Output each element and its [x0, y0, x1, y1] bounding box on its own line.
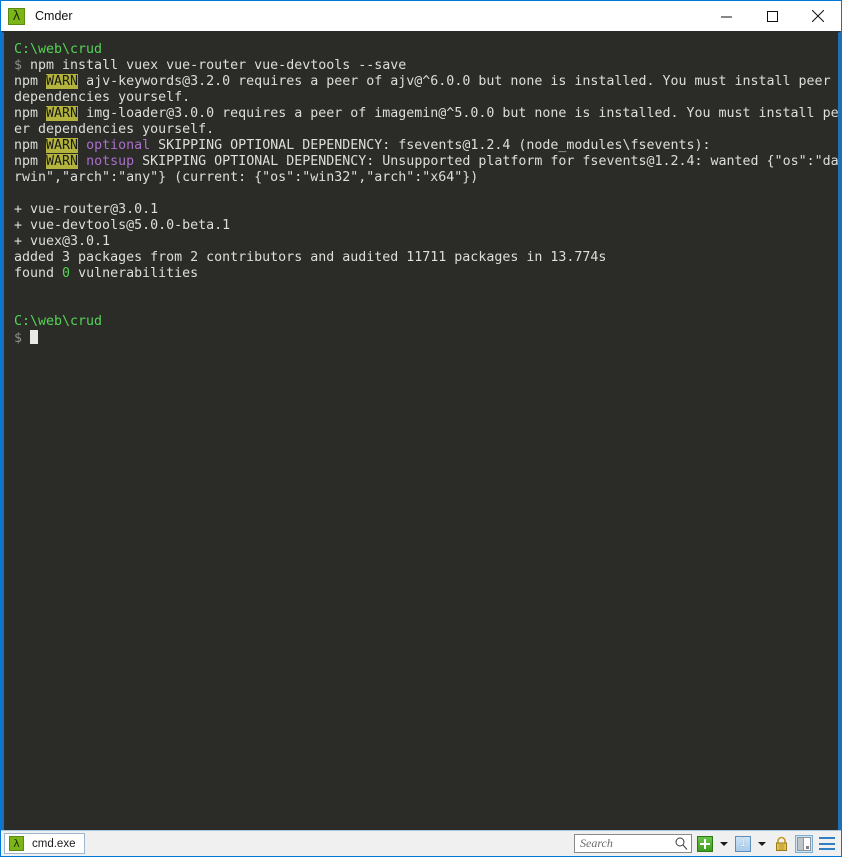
terminal-text: img-loader@3.0.0 requires a peer of imag… [78, 106, 839, 121]
terminal-text: npm [14, 106, 47, 121]
terminal-text: optional [86, 138, 151, 153]
terminal-line: npm WARN notsup SKIPPING OPTIONAL DEPEND… [14, 154, 838, 170]
terminal-line: npm WARN img-loader@3.0.0 requires a pee… [14, 106, 838, 122]
menu-button[interactable] [817, 834, 837, 854]
terminal-text: notsup [86, 154, 135, 169]
warn-badge: WARN [46, 154, 79, 169]
warn-badge: WARN [46, 106, 79, 121]
terminal-text: 0 [62, 266, 71, 281]
terminal-text: SKIPPING OPTIONAL DEPENDENCY: Unsupporte… [134, 154, 839, 169]
search-box[interactable] [574, 834, 692, 853]
terminal-text: ajv-keywords@3.2.0 requires a peer of aj… [78, 74, 831, 89]
title-bar: λ Cmder [1, 1, 841, 31]
terminal-text: $ [14, 58, 31, 73]
warn-badge: WARN [46, 138, 79, 153]
lambda-icon: λ [9, 836, 24, 851]
status-bar: λ cmd.exe 1 [1, 830, 841, 856]
console-tab-label: cmd.exe [32, 837, 76, 850]
minimize-icon [720, 16, 732, 17]
lambda-icon: λ [8, 7, 25, 25]
terminal-line: + vuex@3.0.1 [14, 234, 838, 250]
chevron-down-icon [720, 841, 728, 846]
terminal-output: C:\web\crud $ npm install vuex vue-router… [4, 33, 838, 346]
close-icon [812, 10, 824, 22]
lock-button[interactable] [771, 834, 791, 854]
terminal-line: dependencies yourself. [14, 90, 838, 106]
new-console-dropdown[interactable] [718, 834, 730, 854]
terminal-text: found [14, 266, 63, 281]
terminal-line: added 3 packages from 2 contributors and… [14, 250, 838, 266]
console-list-dropdown[interactable] [756, 834, 768, 854]
window-title: Cmder [35, 9, 73, 23]
status-bar-tools: 1 [574, 834, 837, 854]
terminal-line: C:\web\crud [14, 42, 838, 58]
hamburger-icon [819, 837, 835, 850]
maximize-button[interactable] [749, 1, 795, 31]
terminal-text: + vuex@3.0.1 [14, 234, 111, 249]
terminal-line: C:\web\crud [14, 314, 838, 330]
panels-button[interactable] [794, 834, 814, 854]
terminal-text: C:\web\crud [14, 314, 103, 329]
split-panel-icon [795, 834, 813, 853]
terminal-text: C:\web\crud [14, 42, 103, 57]
magnifier-icon [675, 837, 688, 850]
terminal-text: dependencies yourself. [14, 90, 191, 105]
chevron-down-icon [758, 841, 766, 846]
terminal-text: + vue-devtools@5.0.0-beta.1 [14, 218, 231, 233]
cmder-window: λ Cmder C:\web\crud $ npm install vuex v… [0, 0, 842, 857]
warn-badge: WARN [46, 74, 79, 89]
console-number-icon: 1 [735, 835, 751, 852]
close-button[interactable] [795, 1, 841, 31]
terminal-text: + vue-router@3.0.1 [14, 202, 159, 217]
terminal-panel[interactable]: C:\web\crud $ npm install vuex vue-router… [1, 31, 841, 830]
maximize-icon [766, 10, 778, 22]
active-console-button[interactable]: 1 [733, 834, 753, 854]
console-tab-cmd[interactable]: λ cmd.exe [4, 833, 86, 854]
terminal-line: found 0 vulnerabilities [14, 266, 838, 282]
terminal-line: er dependencies yourself. [14, 122, 838, 138]
padlock-icon [775, 836, 787, 851]
terminal-text: npm install vuex vue-router vue-devtools… [30, 58, 407, 73]
plus-icon [697, 835, 713, 852]
terminal-line: $ [14, 330, 838, 346]
terminal-text: npm [14, 138, 47, 153]
search-input[interactable] [580, 836, 675, 851]
terminal-text: rwin","arch":"any"} (current: {"os":"win… [14, 170, 479, 185]
terminal-text: added 3 packages from 2 contributors and… [14, 250, 607, 265]
terminal-text: vulnerabilities [70, 266, 199, 281]
terminal-cursor [30, 330, 39, 344]
terminal-line: npm WARN optional SKIPPING OPTIONAL DEPE… [14, 138, 838, 154]
new-console-button[interactable] [695, 834, 715, 854]
terminal-text: er dependencies yourself. [14, 122, 215, 137]
terminal-line: npm WARN ajv-keywords@3.2.0 requires a p… [14, 74, 838, 90]
terminal-line: + vue-router@3.0.1 [14, 202, 838, 218]
terminal-line: rwin","arch":"any"} (current: {"os":"win… [14, 170, 838, 186]
terminal-text: SKIPPING OPTIONAL DEPENDENCY: fsevents@1… [150, 138, 711, 153]
terminal-text: npm [14, 74, 47, 89]
terminal-text: $ [14, 331, 31, 346]
minimize-button[interactable] [703, 1, 749, 31]
window-controls [703, 1, 841, 31]
terminal-line: $ npm install vuex vue-router vue-devtoo… [14, 58, 838, 74]
terminal-line: + vue-devtools@5.0.0-beta.1 [14, 218, 838, 234]
terminal-text: npm [14, 154, 47, 169]
